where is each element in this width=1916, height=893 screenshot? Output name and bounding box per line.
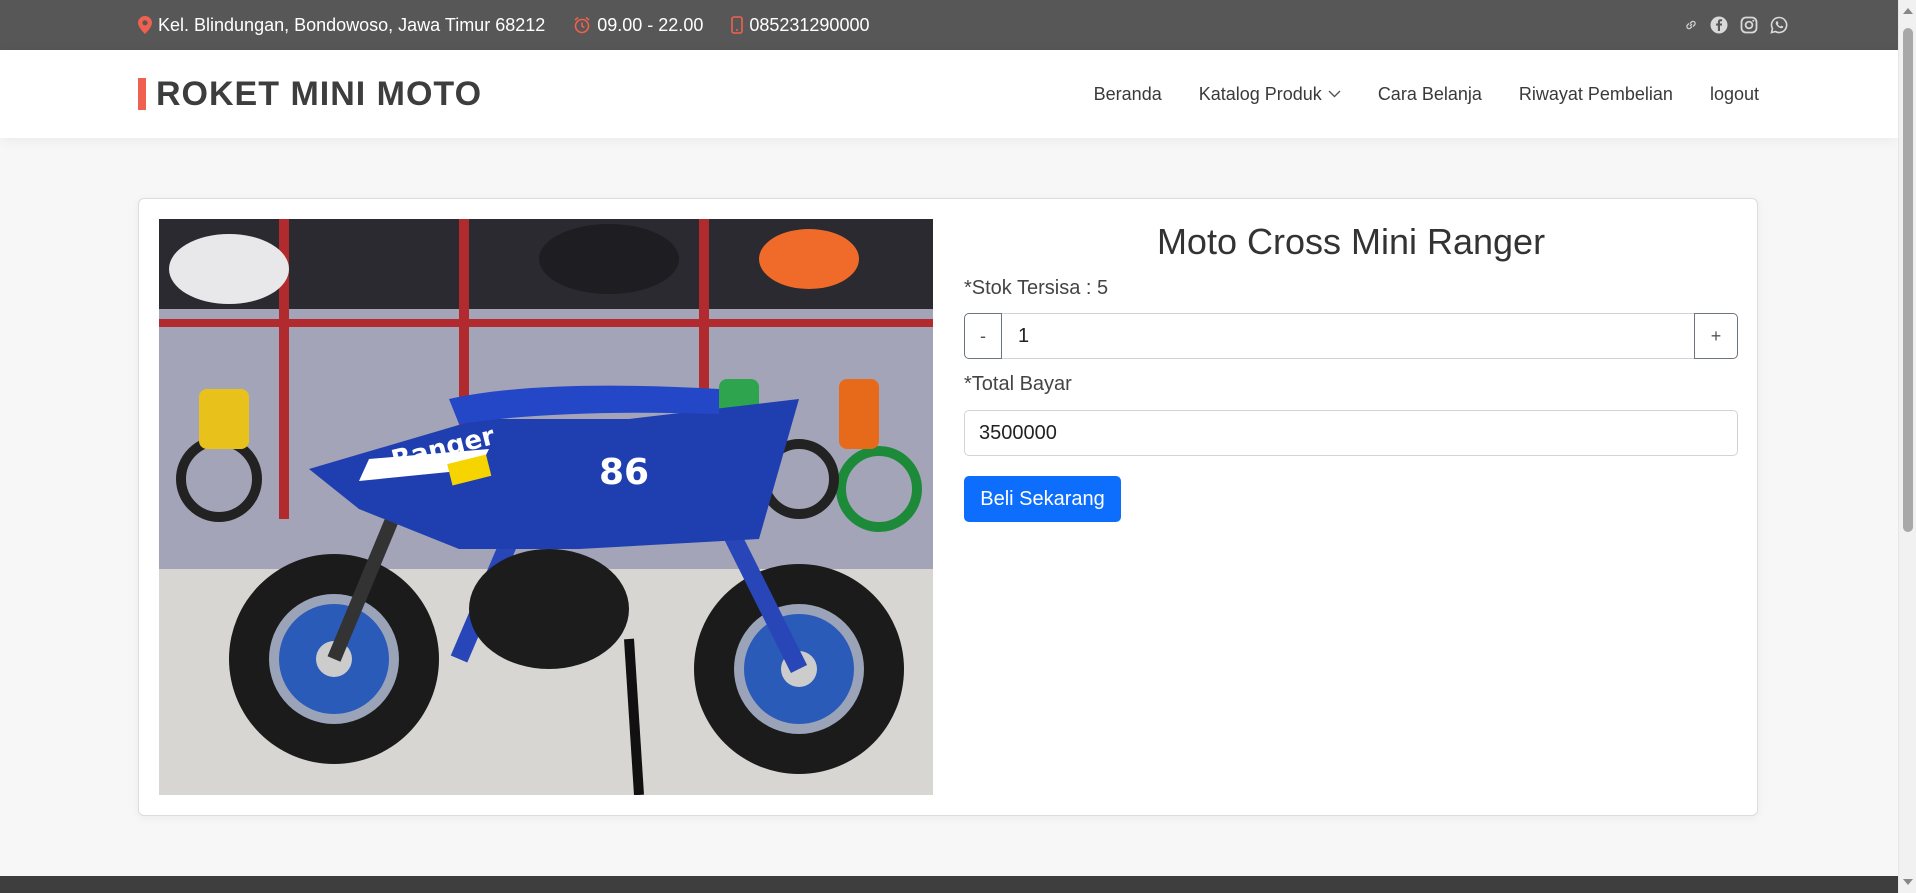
nav-catalog[interactable]: Katalog Produk (1199, 84, 1341, 105)
nav-how-to-buy[interactable]: Cara Belanja (1378, 84, 1482, 105)
quantity-stepper: - 1 + (964, 313, 1738, 359)
chevron-down-icon (1328, 90, 1341, 98)
brand-accent-bar (138, 78, 146, 110)
nav-catalog-label: Katalog Produk (1198, 83, 1322, 104)
phone-text: 085231290000 (749, 14, 870, 35)
total-payment-field[interactable]: 3500000 (964, 410, 1738, 456)
scrollbar-thumb[interactable] (1903, 28, 1913, 532)
total-label: *Total Bayar (964, 373, 1072, 395)
instagram-icon[interactable] (1740, 16, 1758, 34)
hours-text: 09.00 - 22.00 (597, 14, 704, 35)
product-detail: Moto Cross Mini Ranger *Stok Tersisa : 5… (964, 219, 1738, 522)
site-header: ROKET MINI MOTO Beranda Katalog Produk C… (0, 50, 1898, 138)
page-scrollbar[interactable] (1898, 0, 1916, 893)
product-image: Ranger 86 (159, 219, 933, 795)
hours-item: 09.00 - 22.00 (573, 15, 703, 36)
contact-info: Kel. Blindungan, Bondowoso, Jawa Timur 6… (138, 0, 897, 50)
nav-logout[interactable]: logout (1710, 84, 1759, 105)
address-item: Kel. Blindungan, Bondowoso, Jawa Timur 6… (138, 15, 545, 36)
main-nav: Beranda Katalog Produk Cara Belanja Riwa… (1057, 50, 1759, 138)
top-info-bar: Kel. Blindungan, Bondowoso, Jawa Timur 6… (0, 0, 1898, 50)
whatsapp-icon[interactable] (1770, 16, 1788, 34)
scroll-up-arrow-icon[interactable] (1903, 8, 1913, 14)
phone-icon (731, 16, 744, 34)
stock-label: *Stok Tersisa : 5 (964, 277, 1109, 299)
nav-purchase-history[interactable]: Riwayat Pembelian (1519, 84, 1673, 105)
buy-now-button[interactable]: Beli Sekarang (964, 476, 1121, 522)
svg-text:86: 86 (599, 452, 649, 493)
facebook-icon[interactable] (1710, 16, 1728, 34)
footer (0, 876, 1898, 893)
decrement-button[interactable]: - (964, 313, 1002, 359)
brand-name: ROKET MINI MOTO (156, 74, 483, 113)
link-icon[interactable] (1684, 18, 1698, 32)
phone-item: 085231290000 (731, 15, 869, 36)
alarm-clock-icon (573, 16, 591, 34)
quantity-input[interactable]: 1 (1002, 313, 1694, 359)
address-text: Kel. Blindungan, Bondowoso, Jawa Timur 6… (158, 14, 546, 35)
product-title: Moto Cross Mini Ranger (1156, 221, 1546, 262)
brand-logo[interactable]: ROKET MINI MOTO (138, 74, 483, 113)
product-card: Ranger 86 Moto Cross Mini Ranger *Stok T… (138, 198, 1758, 816)
social-links (1672, 0, 1788, 50)
increment-button[interactable]: + (1694, 313, 1738, 359)
map-pin-icon (138, 16, 152, 34)
nav-home[interactable]: Beranda (1094, 84, 1162, 105)
scroll-down-arrow-icon[interactable] (1903, 879, 1913, 885)
